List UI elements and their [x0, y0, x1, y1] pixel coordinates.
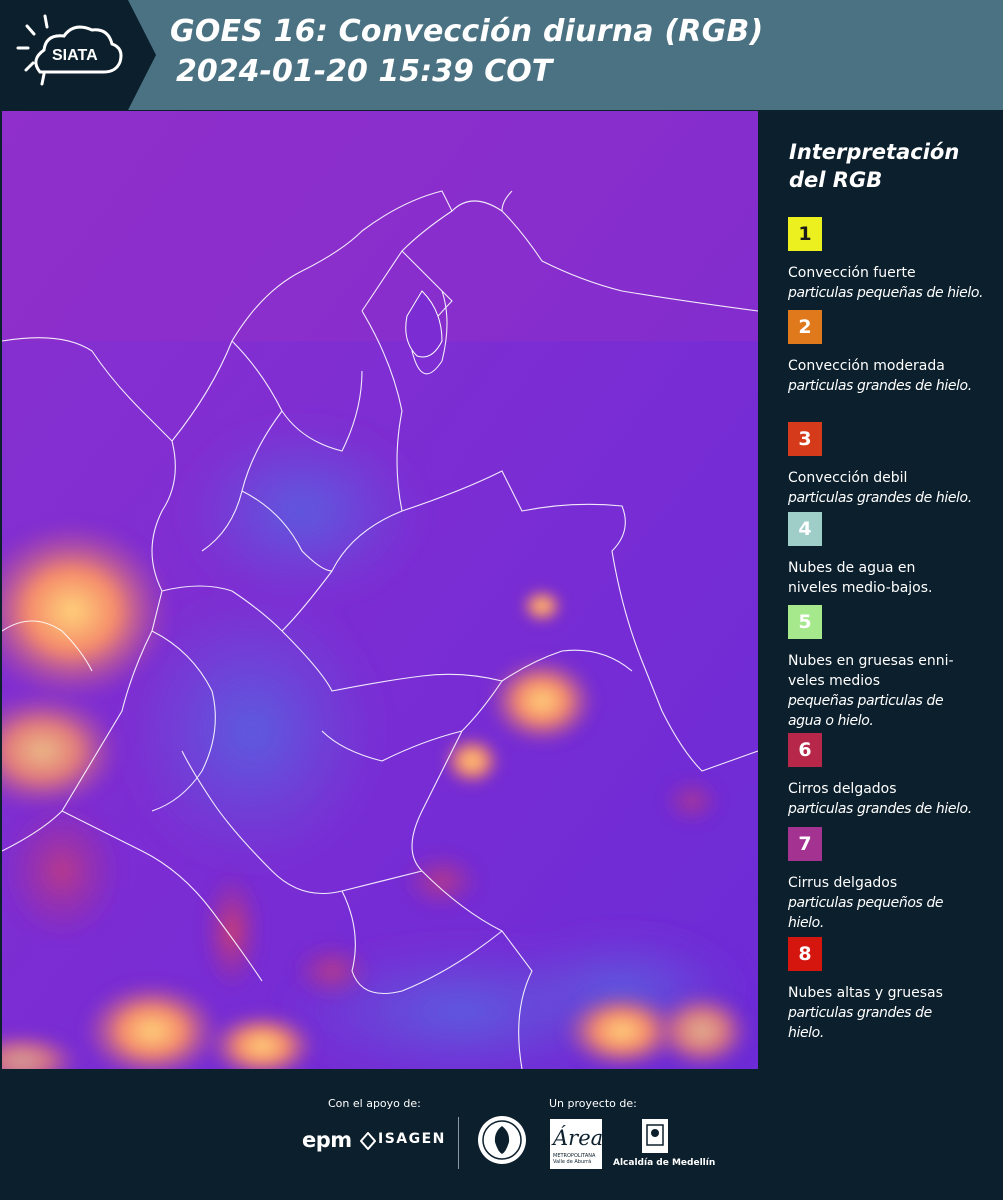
page-title: GOES 16: Convección diurna (RGB): [170, 14, 764, 49]
footer-divider: [458, 1117, 459, 1169]
legend-label-3: Convección debil: [788, 470, 908, 486]
isagen-logo: ISAGEN: [378, 1131, 446, 1147]
legend-item-8: 8 Nubes altas y gruesas particulas grand…: [788, 937, 1000, 1043]
legend-swatch-7: 7: [788, 827, 822, 861]
legend-item-5: 5 Nubes en gruesas enni-veles medios peq…: [788, 605, 1000, 731]
support-label: Con el apoyo de:: [328, 1097, 421, 1110]
legend-desc-2: particulas grandes de hielo.: [788, 378, 972, 394]
legend-label-8: Nubes altas y gruesas: [788, 985, 943, 1001]
legend-item-6: 6 Cirros delgados particulas grandes de …: [788, 733, 1000, 819]
footer: Con el apoyo de: Un proyecto de: epm ISA…: [0, 1069, 1003, 1200]
legend-desc-7: particulas pequeños de hielo.: [788, 895, 944, 931]
satellite-map: [2, 111, 758, 1069]
area-metropolitana-mark: Área: [553, 1126, 604, 1150]
legend-swatch-3: 3: [788, 422, 822, 456]
seal-icon: [478, 1116, 526, 1164]
legend-desc-3: particulas grandes de hielo.: [788, 490, 972, 506]
legend-panel: Interpretación del RGB 1 Convección fuer…: [758, 111, 1003, 1069]
legend-label-6: Cirros delgados: [788, 781, 897, 797]
legend-swatch-1: 1: [788, 217, 822, 251]
epm-logo: epm: [302, 1128, 352, 1152]
timestamp: 2024-01-20 15:39 COT: [176, 54, 553, 89]
alcaldia-shield-icon: [642, 1119, 668, 1153]
legend-swatch-4: 4: [788, 512, 822, 546]
siata-logo: SIATA: [0, 0, 158, 110]
legend-title: Interpretación del RGB: [789, 140, 960, 192]
legend-swatch-6: 6: [788, 733, 822, 767]
legend-swatch-5: 5: [788, 605, 822, 639]
legend-item-2: 2 Convección moderada particulas grandes…: [788, 310, 1000, 396]
legend-item-7: 7 Cirrus delgados particulas pequeños de…: [788, 827, 1000, 933]
svg-text:SIATA: SIATA: [52, 47, 98, 64]
legend-item-3: 3 Convección debil particulas grandes de…: [788, 422, 1000, 508]
isagen-icon: [360, 1132, 376, 1150]
legend-swatch-2: 2: [788, 310, 822, 344]
legend-label-7: Cirrus delgados: [788, 875, 898, 891]
legend-desc-1: particulas pequeñas de hielo.: [788, 285, 984, 301]
legend-item-1: 1 Convección fuerte particulas pequeñas …: [788, 217, 1000, 303]
legend-label-5: Nubes en gruesas enni-veles medios: [788, 653, 954, 689]
legend-desc-8: particulas grandes de hielo.: [788, 1005, 932, 1041]
header: SIATA GOES 16: Convección diurna (RGB) 2…: [0, 0, 1003, 110]
legend-label-4: Nubes de agua en niveles medio-bajos.: [788, 560, 933, 596]
project-label: Un proyecto de:: [549, 1097, 637, 1110]
legend-swatch-8: 8: [788, 937, 822, 971]
legend-item-4: 4 Nubes de agua en niveles medio-bajos.: [788, 512, 1000, 598]
area-metropolitana-caption: METROPOLITANA Valle de Aburrá: [553, 1153, 596, 1165]
legend-label-2: Convección moderada: [788, 358, 945, 374]
legend-desc-6: particulas grandes de hielo.: [788, 801, 972, 817]
legend-label-1: Convección fuerte: [788, 265, 916, 281]
alcaldia-label: Alcaldía de Medellín: [613, 1158, 716, 1168]
legend-desc-5: pequeñas particulas de agua o hielo.: [788, 693, 944, 729]
